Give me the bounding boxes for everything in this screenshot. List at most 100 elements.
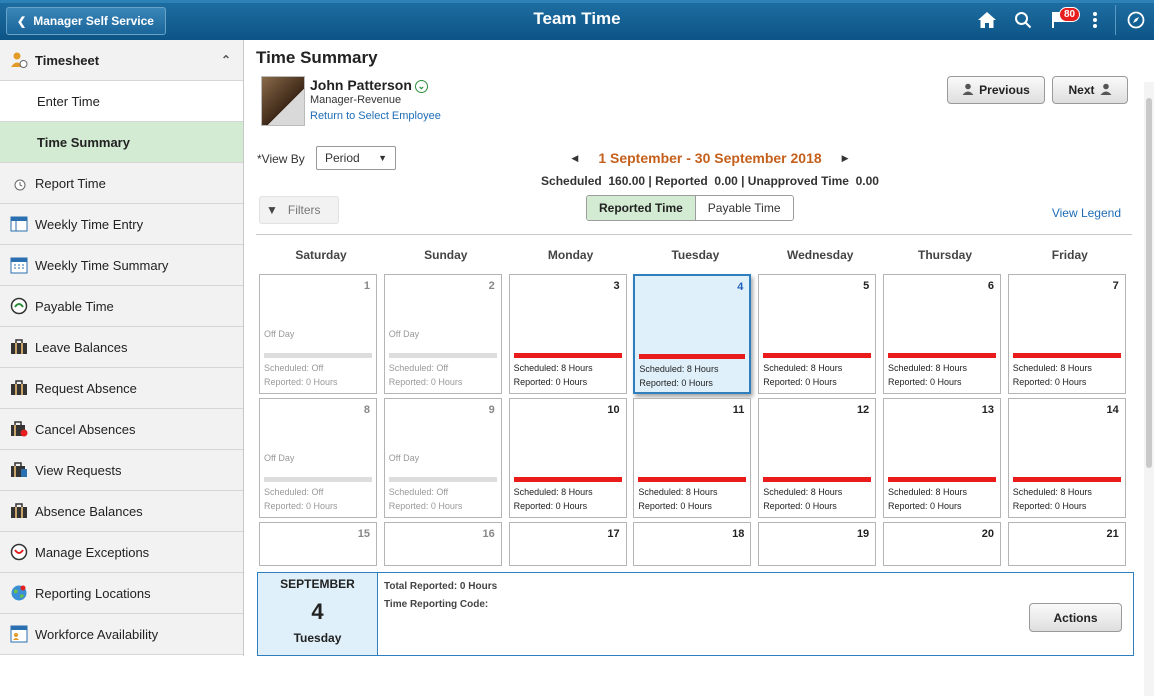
period-totals: Scheduled 160.00 | Reported 0.00 | Unapp… <box>541 174 879 188</box>
sidebar-item-label: Enter Time <box>37 93 100 109</box>
calendar-day-cell[interactable]: 8 Off Day Scheduled: Off Reported: 0 Hours <box>259 398 377 518</box>
sidebar-item-weekly-time-summary[interactable]: Weekly Time Summary <box>0 245 243 286</box>
person-icon <box>962 83 974 98</box>
sidebar-item-request-absence[interactable]: Request Absence <box>0 368 243 409</box>
sidebar-item-view-requests[interactable]: View Requests <box>0 450 243 491</box>
period-range: 1 September - 30 September 2018 <box>598 150 822 166</box>
calendar-day-cell[interactable]: 4 Scheduled: 8 Hours Reported: 0 Hours <box>633 274 752 394</box>
calendar-day-cell[interactable]: 3 Scheduled: 8 Hours Reported: 0 Hours <box>508 274 627 394</box>
actions-button-label: Actions <box>1053 610 1098 625</box>
schedule-status-bar <box>638 477 747 482</box>
scheduled-hours: Scheduled: Off <box>264 487 324 497</box>
scheduled-hours: Scheduled: 8 Hours <box>888 487 968 497</box>
money-clock-icon <box>10 297 28 315</box>
return-to-select-employee-link[interactable]: Return to Select Employee <box>310 110 441 122</box>
previous-employee-button[interactable]: Previous <box>947 76 1045 104</box>
previous-period-arrow-icon[interactable]: ◀ <box>571 153 578 164</box>
sidebar-item-workforce-availability[interactable]: Workforce Availability <box>0 614 243 655</box>
reported-hours: Reported: 0 Hours <box>513 501 588 511</box>
person-icon <box>1100 83 1112 98</box>
day-number: 8 <box>363 404 370 416</box>
calendar-day-cell[interactable]: 12 Scheduled: 8 Hours Reported: 0 Hours <box>758 398 877 518</box>
exception-icon <box>10 543 28 561</box>
clock-icon <box>10 174 28 192</box>
reported-hours: Reported: 0 Hours <box>763 501 837 511</box>
scrollbar-thumb[interactable] <box>1146 98 1152 468</box>
sidebar-item-cancel-absences[interactable]: Cancel Absences <box>0 409 243 450</box>
calendar-day-cell[interactable]: 18 <box>633 522 752 566</box>
briefcase-cancel-icon <box>10 420 28 438</box>
view-by-select[interactable]: Period ▼ <box>316 146 396 170</box>
next-employee-button[interactable]: Next <box>1052 76 1128 104</box>
sidebar-item-timesheet[interactable]: Timesheet ⌃ <box>0 40 243 81</box>
more-actions-icon[interactable] <box>1077 5 1113 35</box>
calendar-day-cell[interactable]: 21 <box>1007 522 1126 566</box>
sidebar-item-leave-balances[interactable]: Leave Balances <box>0 327 243 368</box>
sidebar-item-manage-exceptions[interactable]: Manage Exceptions <box>0 532 243 573</box>
calendar-day-cell[interactable]: 7 Scheduled: 8 Hours Reported: 0 Hours <box>1007 274 1126 394</box>
calendar-day-cell[interactable]: 9 Off Day Scheduled: Off Reported: 0 Hours <box>383 398 502 518</box>
calendar-day-cell[interactable]: 15 <box>259 522 377 566</box>
day-number: 12 <box>856 404 870 416</box>
home-icon[interactable] <box>969 5 1005 35</box>
reported-hours: Reported: 0 Hours <box>388 501 463 511</box>
sidebar-item-weekly-time-entry[interactable]: Weekly Time Entry <box>0 204 243 245</box>
sidebar-item-reporting-locations[interactable]: Reporting Locations <box>0 573 243 614</box>
calendar-day-cell[interactable]: 14 Scheduled: 8 Hours Reported: 0 Hours <box>1007 398 1126 518</box>
day-number: 15 <box>357 528 370 540</box>
view-legend-link[interactable]: View Legend <box>1052 206 1121 220</box>
search-icon[interactable] <box>1005 5 1041 35</box>
next-period-arrow-icon[interactable]: ▶ <box>842 153 849 164</box>
detail-day: 4 <box>311 599 324 624</box>
chevron-up-icon[interactable]: ⌃ <box>221 53 231 67</box>
employee-name-text: John Patterson <box>310 77 412 93</box>
scheduled-hours: Scheduled: 8 Hours <box>763 363 843 373</box>
sidebar-item-label: Absence Balances <box>35 503 143 519</box>
scheduled-hours: Scheduled: 8 Hours <box>1012 363 1092 373</box>
sidebar-item-report-time[interactable]: Report Time <box>0 163 243 204</box>
payable-time-toggle[interactable]: Payable Time <box>695 196 793 220</box>
calendar-day-cell[interactable]: 5 Scheduled: 8 Hours Reported: 0 Hours <box>758 274 877 394</box>
calendar-day-cell[interactable]: 20 <box>883 522 1001 566</box>
off-day-label: Off Day <box>388 453 420 463</box>
time-reporting-code-label: Time Reporting Code: <box>384 599 489 610</box>
calendar-day-cell[interactable]: 17 <box>508 522 627 566</box>
calendar-day-cell[interactable]: 1 Off Day Scheduled: Off Reported: 0 Hours <box>259 274 377 394</box>
sidebar-item-label: Weekly Time Summary <box>35 257 169 273</box>
calendar-day-cell[interactable]: 16 <box>383 522 502 566</box>
sidebar-item-time-summary[interactable]: Time Summary <box>0 122 243 163</box>
reported-time-toggle[interactable]: Reported Time <box>587 196 696 220</box>
navbar-compass-icon[interactable] <box>1118 5 1154 35</box>
sidebar-item-payable-time[interactable]: Payable Time <box>0 286 243 327</box>
weekday-header: Saturday <box>295 248 347 262</box>
calendar-day-cell[interactable]: 10 Scheduled: 8 Hours Reported: 0 Hours <box>508 398 627 518</box>
day-number: 7 <box>1112 280 1119 292</box>
calendar-day-cell[interactable]: 11 Scheduled: 8 Hours Reported: 0 Hours <box>633 398 752 518</box>
manager-self-service-button[interactable]: ❮ Manager Self Service <box>6 7 166 35</box>
calendar-day-cell[interactable]: 6 Scheduled: 8 Hours Reported: 0 Hours <box>883 274 1001 394</box>
weekday-header: Thursday <box>917 248 972 262</box>
schedule-status-bar <box>264 477 372 482</box>
vertical-scrollbar[interactable] <box>1144 82 1154 696</box>
off-day-label: Off Day <box>264 453 295 463</box>
calendar-day-cell[interactable]: 13 Scheduled: 8 Hours Reported: 0 Hours <box>883 398 1001 518</box>
sidebar-item-label: Reporting Locations <box>35 585 151 601</box>
filters-button[interactable]: ▼ Filters <box>259 196 339 224</box>
time-type-toggle: Reported Time Payable Time <box>586 195 794 221</box>
weekday-header: Monday <box>547 248 594 262</box>
actions-button[interactable]: Actions <box>1029 603 1122 632</box>
sidebar-item-enter-time[interactable]: Enter Time <box>0 81 243 122</box>
schedule-status-bar <box>639 354 746 359</box>
sidebar-item-absence-balances[interactable]: Absence Balances <box>0 491 243 532</box>
calendar-day-cell[interactable]: 19 <box>758 522 877 566</box>
reported-hours: Reported: 0 Hours <box>763 377 837 387</box>
schedule-status-bar <box>888 353 996 358</box>
reported-hours: Reported: 0 Hours <box>888 501 962 511</box>
calendar-day-cell[interactable]: 2 Off Day Scheduled: Off Reported: 0 Hours <box>383 274 502 394</box>
period-navigator: ◀ 1 September - 30 September 2018 ▶ <box>545 150 875 166</box>
app-header: ❮ Manager Self Service Team Time 80 <box>0 0 1154 40</box>
sidebar-item-label: Timesheet <box>35 52 100 68</box>
day-number: 4 <box>737 281 744 293</box>
chevron-down-circle-icon[interactable]: ⌄ <box>414 80 428 93</box>
notification-flag-icon[interactable]: 80 <box>1041 5 1081 35</box>
